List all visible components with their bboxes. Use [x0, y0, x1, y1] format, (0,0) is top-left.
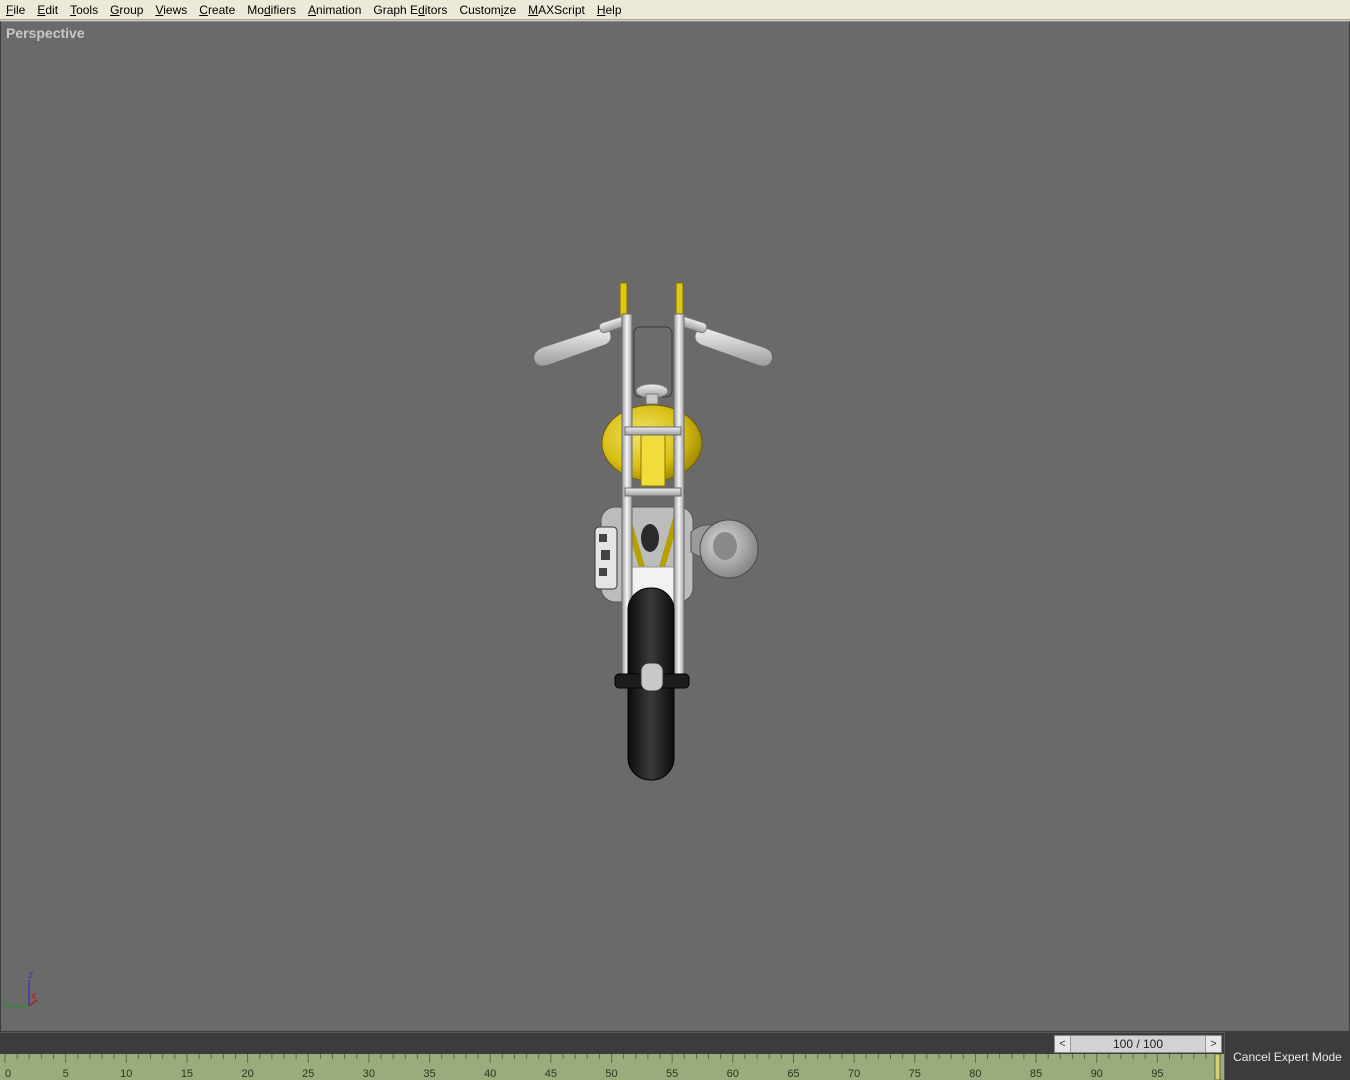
menu-customize[interactable]: Customize: [453, 1, 522, 19]
trackbar-label: 0: [5, 1068, 11, 1080]
trackbar-label: 50: [605, 1068, 617, 1080]
menu-tools[interactable]: Tools: [64, 1, 104, 19]
trackbar-label: 30: [363, 1068, 375, 1080]
track-bar-ruler[interactable]: 051015202530354045505560657075808590951: [0, 1054, 1224, 1080]
menu-edit[interactable]: Edit: [31, 1, 64, 19]
time-slider-readout[interactable]: 100 / 100: [1071, 1036, 1205, 1052]
motorcycle-model[interactable]: [1, 22, 1350, 1032]
trackbar-label: 35: [423, 1068, 435, 1080]
viewport-label[interactable]: Perspective: [6, 25, 85, 41]
menu-views[interactable]: Views: [149, 1, 193, 19]
right-handlebar: [674, 314, 773, 367]
menu-modifiers[interactable]: Modifiers: [241, 1, 302, 19]
trackbar-label: 95: [1151, 1068, 1163, 1080]
trackbar-label: 10: [120, 1068, 132, 1080]
menu-file[interactable]: File: [0, 1, 31, 19]
trackbar-label: 5: [63, 1068, 69, 1080]
trackbar-label: 40: [484, 1068, 496, 1080]
time-slider[interactable]: < 100 / 100 >: [1054, 1035, 1222, 1053]
trackbar-label: 75: [909, 1068, 921, 1080]
chevron-right-icon[interactable]: >: [1205, 1036, 1221, 1052]
trackbar-label: 85: [1030, 1068, 1042, 1080]
trackbar-label: 25: [302, 1068, 314, 1080]
trackbar-label: 45: [545, 1068, 557, 1080]
trackbar-label: 55: [666, 1068, 678, 1080]
cancel-expert-mode-button[interactable]: Cancel Expert Mode: [1224, 1032, 1350, 1080]
track-bar[interactable]: 051015202530354045505560657075808590951: [0, 1054, 1224, 1080]
trackbar-label: 20: [241, 1068, 253, 1080]
trackbar-label: 65: [787, 1068, 799, 1080]
menu-group[interactable]: Group: [104, 1, 149, 19]
trackbar-label: 70: [848, 1068, 860, 1080]
axis-gizmo: z x y: [3, 969, 38, 1008]
trackbar-label: 90: [1091, 1068, 1103, 1080]
left-handlebar: [533, 314, 632, 367]
axis-y-label: y: [3, 996, 9, 1008]
axis-x-label: x: [31, 990, 37, 1002]
menu-create[interactable]: Create: [193, 1, 241, 19]
exhaust-muffler: [690, 519, 759, 579]
menu-animation[interactable]: Animation: [302, 1, 367, 19]
trackbar-label: 80: [969, 1068, 981, 1080]
menu-graph-editors[interactable]: Graph Editors: [367, 1, 453, 19]
trackbar-label: 15: [181, 1068, 193, 1080]
menu-maxscript[interactable]: MAXScript: [522, 1, 591, 19]
menu-help[interactable]: Help: [591, 1, 628, 19]
menu-bar: File Edit Tools Group Views Create Modifiers An…: [0, 0, 1350, 20]
trackbar-label: 60: [727, 1068, 739, 1080]
axis-z-label: z: [28, 969, 34, 981]
time-bar: < 100 / 100 >: [0, 1032, 1350, 1054]
current-frame-marker[interactable]: [1214, 1054, 1221, 1080]
chevron-left-icon[interactable]: <: [1055, 1036, 1071, 1052]
perspective-viewport[interactable]: Perspective z x y: [0, 21, 1350, 1032]
